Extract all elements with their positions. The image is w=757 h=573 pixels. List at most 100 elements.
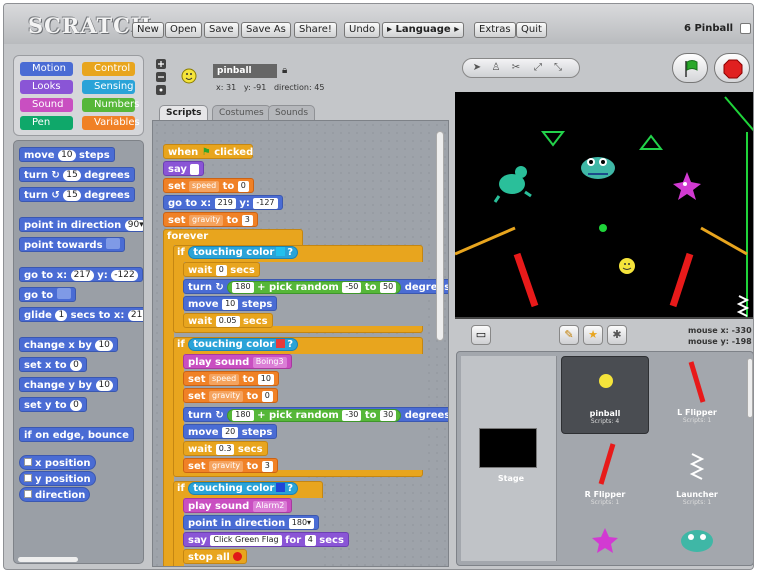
block-say-for[interactable]: say Click Green Flag for 4 secs (183, 532, 349, 547)
save-as-button[interactable]: Save As (241, 22, 291, 38)
delete-scissors-icon[interactable]: ✂ (510, 62, 522, 74)
block-point-direction[interactable]: point in direction 90▾ (19, 217, 143, 232)
random-sprite-button[interactable]: ✱ (607, 325, 627, 345)
pink-star-sprite (673, 172, 701, 200)
category-sensing[interactable]: Sensing (82, 80, 135, 94)
block-wait-3[interactable]: wait 0.3 secs (183, 441, 268, 456)
block-set-x[interactable]: set x to 0 (19, 357, 87, 372)
sprite-list-scrollbar[interactable] (747, 358, 753, 418)
shrink-icon[interactable]: ⤡ (552, 62, 564, 74)
grow-icon[interactable]: ⤢ (532, 62, 544, 74)
pink-star-sprite-icon (592, 528, 618, 553)
project-checkbox[interactable] (740, 23, 751, 34)
block-say[interactable]: say (163, 161, 204, 176)
reporter-direction[interactable]: direction (19, 487, 91, 502)
reporter-x-position[interactable]: x position (19, 455, 96, 470)
block-turn-random-1[interactable]: turn ↻ 180 + pick random -50 to 50 degre… (183, 279, 448, 294)
sprite-thumb-pinball[interactable]: pinball Scripts: 4 (561, 356, 649, 434)
green-flag-button[interactable] (672, 53, 708, 83)
sprite-thumb-star[interactable] (561, 522, 649, 565)
block-when-flag-clicked[interactable]: when ⚑ clicked (163, 144, 253, 159)
stage-canvas[interactable] (455, 92, 753, 319)
block-play-sound-2[interactable]: play sound Alarm2 (183, 498, 293, 513)
block-categories: Motion Looks Sound Pen Control Sensing N… (13, 55, 144, 136)
sprite-thumb-rflipper[interactable]: R Flipper Scripts: 1 (561, 438, 649, 516)
block-set-speed[interactable]: set speed to 0 (163, 178, 254, 193)
block-move-2[interactable]: move 20 steps (183, 424, 278, 439)
block-stop-all[interactable]: stop all (183, 549, 248, 564)
block-set-gravity-2[interactable]: set gravity to 0 (183, 388, 278, 403)
scripts-area[interactable]: when ⚑ clicked say set speed to 0 go to … (152, 120, 449, 567)
lock-icon[interactable]: 🔒︎ (282, 65, 287, 76)
block-glide[interactable]: glide 1 secs to x: 217 y (19, 307, 143, 322)
rotation-style-icons[interactable] (156, 59, 168, 97)
left-flipper-icon (688, 361, 706, 403)
sprite-thumb-lflipper[interactable]: L Flipper Scripts: 1 (653, 356, 741, 434)
block-goto-xy[interactable]: go to x: 219 y: -127 (163, 195, 283, 210)
block-play-sound-1[interactable]: play sound Boing3 (183, 354, 292, 369)
tab-scripts[interactable]: Scripts (159, 105, 209, 121)
category-motion[interactable]: Motion (20, 62, 73, 76)
share-button[interactable]: Share! (294, 22, 337, 38)
sprite-thumb-monster[interactable] (653, 522, 741, 565)
block-bounce[interactable]: if on edge, bounce (19, 427, 134, 442)
category-variables[interactable]: Variables (82, 116, 140, 130)
extras-button[interactable]: Extras (474, 22, 516, 38)
category-pen[interactable]: Pen (20, 116, 73, 130)
block-goto[interactable]: go to (19, 287, 76, 302)
sprite-name-field[interactable]: pinball (213, 64, 277, 78)
scratch-window: SCRATCH New Open Save Save As Share! Und… (3, 3, 754, 570)
stop-button[interactable] (714, 53, 750, 83)
quit-button[interactable]: Quit (516, 22, 547, 38)
stop-sign-icon (233, 552, 243, 561)
spring-launcher-icon (689, 453, 705, 480)
category-control[interactable]: Control (82, 62, 135, 76)
block-set-gravity[interactable]: set gravity to 3 (163, 212, 258, 227)
if-1-header: if touching color? (173, 245, 302, 260)
block-set-speed-2[interactable]: set speed to 10 (183, 371, 279, 386)
open-button[interactable]: Open (165, 22, 202, 38)
sprite-thumb-launcher[interactable]: Launcher Scripts: 1 (653, 438, 741, 516)
duplicate-stamp-icon[interactable]: ♙ (490, 62, 502, 74)
reporter-y-position[interactable]: y position (19, 471, 96, 486)
block-change-y[interactable]: change y by 10 (19, 377, 118, 392)
scripts-scrollbar[interactable] (436, 131, 444, 341)
palette-scrollbar[interactable] (18, 557, 78, 562)
block-change-x[interactable]: change x by 10 (19, 337, 118, 352)
block-turn-cw[interactable]: turn ↻ 15 degrees (19, 167, 135, 182)
stage-thumbnail[interactable]: Stage (467, 422, 555, 500)
stop-sign-icon (723, 59, 743, 79)
block-wait-1[interactable]: wait 0 secs (183, 262, 260, 277)
sprite-list-panel: Stage pinball Scripts: 4 L Flipper Scrip… (456, 351, 753, 566)
paint-new-sprite-button[interactable]: ✎ (559, 325, 579, 345)
language-button[interactable]: ▸ Language ▸ (382, 22, 465, 38)
block-turn-random-2[interactable]: turn ↻ 180 + pick random -30 to 30 degre… (183, 407, 448, 422)
undo-button[interactable]: Undo (344, 22, 381, 38)
block-wait-2[interactable]: wait 0.05 secs (183, 313, 273, 328)
save-button[interactable]: Save (204, 22, 239, 38)
pinball-stage-graphics (455, 96, 753, 317)
new-button[interactable]: New (132, 22, 164, 38)
tab-sounds[interactable]: Sounds (268, 105, 316, 121)
monitor-icon: ▭ (475, 328, 487, 341)
category-sound[interactable]: Sound (20, 98, 73, 112)
sprite-info-panel: pinball 🔒︎ x: 31 y: -91 direction: 45 Sc… (152, 55, 449, 121)
block-set-gravity-3[interactable]: set gravity to 3 (183, 458, 278, 473)
presentation-mode-button[interactable]: ▭ (471, 325, 491, 345)
tab-costumes[interactable]: Costumes (212, 105, 271, 121)
sprite-coordinates: x: 31 y: -91 direction: 45 (216, 83, 325, 92)
block-point-direction[interactable]: point in direction 180▾ (183, 515, 320, 530)
block-turn-ccw[interactable]: turn ↺ 15 degrees (19, 187, 135, 202)
block-set-y[interactable]: set y to 0 (19, 397, 87, 412)
block-move-1[interactable]: move 10 steps (183, 296, 278, 311)
block-move[interactable]: move 10 steps (19, 147, 115, 162)
block-point-towards[interactable]: point towards (19, 237, 125, 252)
block-goto-xy[interactable]: go to x: 217 y: -122 (19, 267, 143, 282)
project-name: 6 Pinball (684, 23, 734, 34)
arrow-tool-icon[interactable]: ➤ (471, 62, 483, 74)
category-looks[interactable]: Looks (20, 80, 73, 94)
stage-preview (479, 428, 537, 468)
star-folder-icon: ★ (588, 328, 598, 341)
category-numbers[interactable]: Numbers (82, 98, 139, 112)
choose-sprite-button[interactable]: ★ (583, 325, 603, 345)
